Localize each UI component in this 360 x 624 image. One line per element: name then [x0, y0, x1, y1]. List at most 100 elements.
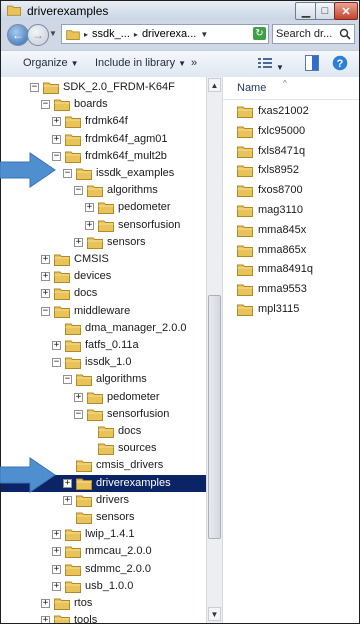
- scroll-thumb[interactable]: [208, 295, 221, 539]
- collapse-icon[interactable]: −: [63, 375, 72, 385]
- breadcrumb-segment[interactable]: ssdk_...: [92, 28, 130, 40]
- help-button[interactable]: ?: [332, 55, 348, 74]
- file-list-item[interactable]: fxls8471q: [237, 143, 357, 160]
- tree-item[interactable]: − issdk_1.0: [1, 354, 206, 371]
- tree-item[interactable]: + docs: [1, 285, 206, 302]
- forward-button[interactable]: →: [27, 24, 49, 46]
- tree-item[interactable]: − sensorfusion: [1, 406, 206, 423]
- file-list-item[interactable]: mma8491q: [237, 261, 357, 278]
- file-list-item[interactable]: mma9553: [237, 281, 357, 298]
- expand-icon[interactable]: +: [74, 237, 83, 247]
- expand-icon[interactable]: +: [52, 530, 61, 540]
- collapse-icon[interactable]: −: [74, 409, 83, 419]
- file-list-item[interactable]: mma845x: [237, 222, 357, 239]
- expand-icon[interactable]: +: [52, 117, 61, 127]
- expand-icon[interactable]: +: [74, 392, 83, 402]
- expand-icon[interactable]: +: [85, 203, 94, 213]
- folder-icon: [87, 185, 103, 198]
- tree-item[interactable]: + mmcau_2.0.0: [1, 543, 206, 560]
- organize-button[interactable]: Organize ▼: [23, 57, 79, 69]
- refresh-button[interactable]: ↻: [253, 27, 266, 40]
- tree-item-label: pedometer: [118, 201, 171, 214]
- file-list-item[interactable]: mpl3115: [237, 301, 357, 318]
- file-list-item[interactable]: fxos8700: [237, 182, 357, 199]
- chevron-right-icon[interactable]: ▸: [84, 30, 88, 39]
- collapse-icon[interactable]: −: [30, 83, 39, 92]
- scroll-up-button[interactable]: ▲: [208, 78, 221, 92]
- tree-item[interactable]: − algorithms: [1, 371, 206, 388]
- tree-item[interactable]: + pedometer: [1, 389, 206, 406]
- file-list-item[interactable]: fxls8952: [237, 162, 357, 179]
- chevron-down-icon[interactable]: ▼: [200, 30, 208, 39]
- minimize-button[interactable]: ▁: [295, 2, 317, 20]
- address-bar[interactable]: ▸ ssdk_... ▸ driverexa... ▼: [61, 24, 269, 44]
- preview-pane-button[interactable]: [305, 55, 319, 74]
- chevron-down-icon: ▼: [276, 63, 284, 72]
- tree-item[interactable]: − middleware: [1, 303, 206, 320]
- recent-pages-button[interactable]: ▼: [49, 29, 57, 38]
- tree-item[interactable]: − boards: [1, 96, 206, 113]
- breadcrumb-segment[interactable]: driverexa...: [142, 28, 196, 40]
- include-label: Include in library: [95, 57, 176, 69]
- tree-item[interactable]: sources: [1, 440, 206, 457]
- expand-icon[interactable]: +: [85, 220, 94, 230]
- close-button[interactable]: ✕: [334, 2, 358, 20]
- tree-item[interactable]: + frdmk64f: [1, 113, 206, 130]
- expand-icon[interactable]: +: [41, 272, 50, 282]
- tree-item[interactable]: + tools: [1, 612, 206, 623]
- collapse-icon[interactable]: −: [41, 100, 50, 110]
- file-list-item[interactable]: fxlc95000: [237, 123, 357, 140]
- expand-icon[interactable]: +: [41, 289, 50, 299]
- collapse-icon[interactable]: −: [41, 306, 50, 316]
- expand-icon[interactable]: +: [52, 564, 61, 574]
- tree-item[interactable]: docs: [1, 423, 206, 440]
- collapse-icon[interactable]: −: [63, 169, 72, 178]
- scroll-down-button[interactable]: ▼: [208, 607, 221, 621]
- tree-item[interactable]: + usb_1.0.0: [1, 578, 206, 595]
- collapse-icon[interactable]: −: [52, 358, 61, 368]
- expand-icon[interactable]: +: [63, 495, 72, 505]
- tree-item-label: sensorfusion: [107, 407, 170, 420]
- tree-item[interactable]: sensors: [1, 509, 206, 526]
- expand-icon[interactable]: +: [63, 478, 72, 488]
- collapse-icon[interactable]: −: [74, 186, 83, 196]
- include-in-library-button[interactable]: Include in library ▼: [95, 57, 186, 69]
- folder-icon: [87, 409, 103, 421]
- back-button[interactable]: ←: [7, 24, 29, 46]
- expand-icon[interactable]: +: [41, 255, 50, 264]
- tree-item[interactable]: dma_manager_2.0.0: [1, 320, 206, 337]
- expand-icon[interactable]: +: [52, 581, 61, 591]
- tree-item[interactable]: + drivers: [1, 492, 206, 509]
- tree-item[interactable]: + sensorfusion: [1, 217, 206, 234]
- expand-icon[interactable]: +: [41, 616, 50, 623]
- tree-item[interactable]: + sensors: [1, 234, 206, 251]
- expand-icon[interactable]: +: [41, 599, 50, 608]
- tree-item[interactable]: − SDK_2.0_FRDM-K64F: [1, 79, 206, 96]
- expand-icon[interactable]: +: [52, 547, 61, 557]
- folder-icon: [65, 340, 81, 352]
- search-input[interactable]: Search dr...: [272, 24, 355, 44]
- name-column-header[interactable]: ^ Name: [223, 77, 359, 100]
- tree-item[interactable]: + pedometer: [1, 199, 206, 216]
- tree-item[interactable]: + CMSIS: [1, 251, 206, 268]
- navigation-scrollbar[interactable]: ▲ ▼: [206, 77, 222, 623]
- maximize-button[interactable]: □: [315, 2, 335, 20]
- tree-item[interactable]: + frdmk64f_agm01: [1, 131, 206, 148]
- tree-item[interactable]: + rtos: [1, 595, 206, 612]
- more-commands-button[interactable]: »: [191, 57, 197, 69]
- file-list-item-label: fxas21002: [258, 105, 309, 117]
- tree-item[interactable]: + fatfs_0.11a: [1, 337, 206, 354]
- expand-icon[interactable]: +: [52, 134, 61, 144]
- tree-item[interactable]: + sdmmc_2.0.0: [1, 561, 206, 578]
- file-list-item[interactable]: mag3110: [237, 202, 357, 219]
- file-list-pane[interactable]: ^ Name fxas21002 fxlc95000 fxls8471q fxls89…: [222, 77, 359, 623]
- tree-item[interactable]: + lwip_1.4.1: [1, 526, 206, 543]
- search-icon[interactable]: [339, 28, 351, 40]
- expand-icon[interactable]: +: [52, 341, 61, 350]
- change-view-button[interactable]: ▼: [257, 56, 284, 73]
- folder-icon: [76, 512, 92, 524]
- chevron-right-icon[interactable]: ▸: [134, 30, 138, 39]
- file-list-item[interactable]: mma865x: [237, 242, 357, 259]
- file-list-item[interactable]: fxas21002: [237, 103, 357, 120]
- tree-item[interactable]: + devices: [1, 268, 206, 285]
